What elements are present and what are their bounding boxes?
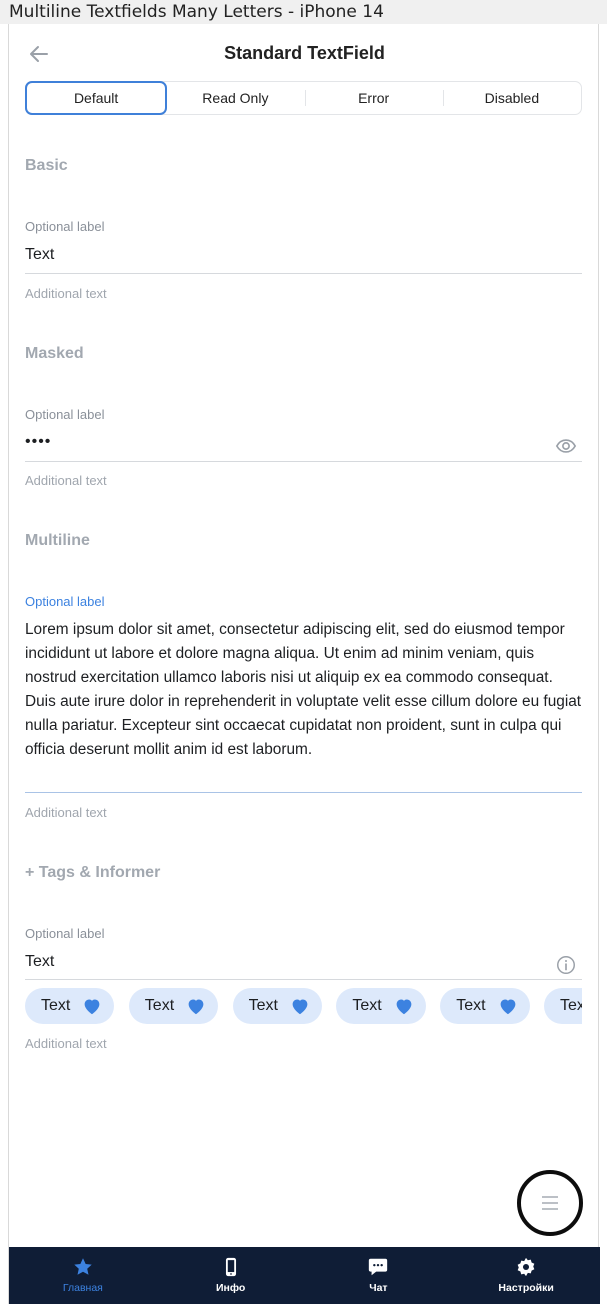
tab-info[interactable]: Инфо	[157, 1247, 305, 1304]
masked-field-underline	[25, 461, 582, 462]
chat-icon	[369, 1258, 388, 1276]
section-title-basic: Basic	[25, 157, 68, 174]
basic-field-underline	[25, 273, 582, 274]
masked-field-label: Optional label	[25, 407, 105, 422]
section-title-tags: + Tags & Informer	[25, 864, 161, 881]
tab-settings[interactable]: Настройки	[452, 1247, 600, 1304]
heart-icon	[188, 999, 204, 1015]
tag-chip[interactable]: Text	[232, 988, 322, 1024]
tags-field-label: Optional label	[25, 926, 105, 941]
heart-icon	[84, 999, 100, 1015]
eye-icon[interactable]	[555, 435, 577, 457]
tag-chip-label: Text	[559, 997, 582, 1014]
tags-field-underline	[25, 979, 582, 980]
phone-icon	[225, 1257, 236, 1277]
tab-settings-label: Настройки	[498, 1282, 554, 1294]
tag-chip[interactable]: Text	[25, 988, 115, 1024]
basic-text-field[interactable]: Text	[25, 246, 54, 264]
segment-disabled[interactable]: Disabled	[442, 82, 581, 114]
tag-chip-list: Text Text Text Text Text Text	[25, 988, 582, 1024]
masked-text-field[interactable]: ••••	[25, 433, 51, 451]
star-icon	[74, 1258, 92, 1275]
tab-home[interactable]: Главная	[9, 1247, 157, 1304]
basic-field-label: Optional label	[25, 219, 105, 234]
menu-fab-button[interactable]	[517, 1170, 583, 1236]
gear-icon	[517, 1257, 535, 1277]
bottom-tab-bar: Главная Инфо Чат Настройки	[9, 1247, 600, 1304]
info-icon[interactable]	[555, 954, 577, 976]
heart-icon	[292, 999, 308, 1015]
tag-chip[interactable]: Text	[128, 988, 219, 1024]
section-title-multiline: Multiline	[25, 532, 90, 549]
segment-error[interactable]: Error	[304, 82, 443, 114]
tab-chat[interactable]: Чат	[305, 1247, 453, 1304]
tag-chip-label: Text	[352, 997, 382, 1014]
phone-screen: Standard TextField Default Read Only Err…	[8, 24, 600, 1304]
menu-icon	[542, 1196, 558, 1210]
segmented-control: Default Read Only Error Disabled	[25, 81, 582, 115]
multiline-text-field[interactable]: Lorem ipsum dolor sit amet, consectetur …	[25, 618, 582, 762]
tab-home-label: Главная	[62, 1282, 103, 1294]
page-title: Standard TextField	[224, 43, 385, 63]
heart-icon	[396, 999, 412, 1015]
tag-chip-label: Text	[456, 997, 486, 1014]
basic-helper-text: Additional text	[25, 286, 107, 301]
masked-helper-text: Additional text	[25, 473, 107, 488]
multiline-field-label: Optional label	[25, 594, 105, 609]
multiline-field-underline	[25, 792, 582, 793]
tag-chip-label: Text	[248, 997, 278, 1014]
multiline-helper-text: Additional text	[25, 805, 107, 820]
heart-icon	[500, 999, 515, 1015]
window-title: Multiline Textfields Many Letters - iPho…	[0, 0, 607, 24]
nav-header: Standard TextField	[9, 36, 600, 72]
tab-chat-label: Чат	[369, 1282, 388, 1294]
tags-helper-text: Additional text	[25, 1036, 107, 1051]
tab-info-label: Инфо	[215, 1282, 246, 1294]
section-title-masked: Masked	[25, 345, 84, 362]
tag-chip[interactable]: Text	[440, 988, 530, 1024]
tag-chip[interactable]: Text	[336, 988, 426, 1024]
tag-chip-label: Text	[144, 997, 175, 1014]
tag-chip[interactable]: Text	[543, 988, 582, 1024]
segment-read-only[interactable]: Read Only	[166, 82, 304, 114]
tag-chip-label: Text	[41, 997, 71, 1014]
segment-default[interactable]: Default	[25, 81, 168, 115]
tags-text-field[interactable]: Text	[25, 953, 54, 971]
